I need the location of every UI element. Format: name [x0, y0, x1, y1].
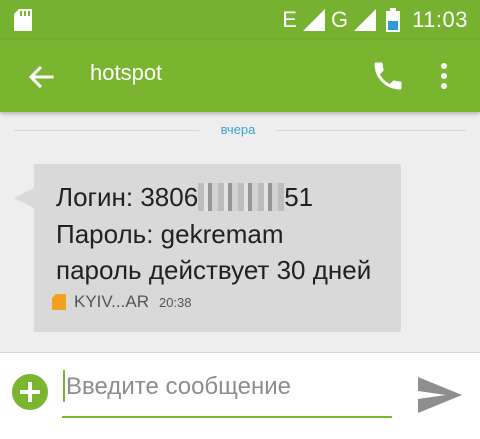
sim-card-icon — [52, 294, 66, 310]
divider-line-left — [14, 130, 199, 131]
message-line-login: Логин: 3806 51 — [56, 182, 313, 213]
network-type-e: E — [282, 7, 297, 32]
date-divider: вчера — [0, 120, 480, 140]
signal-icon — [302, 9, 325, 31]
status-icons: E G 11:03 — [282, 0, 468, 40]
phone-icon[interactable] — [370, 58, 406, 94]
message-sender: KYIV...AR — [74, 292, 149, 311]
bubble-tail — [14, 188, 34, 208]
text-cursor — [63, 370, 65, 402]
signal-icon — [354, 9, 377, 31]
compose-bar — [0, 352, 480, 439]
network-type-g: G — [330, 7, 349, 32]
message-line-validity: пароль действует 30 дней — [56, 255, 372, 285]
back-arrow-icon[interactable] — [26, 62, 56, 92]
conversation-title: hotspot — [90, 60, 163, 85]
message-input[interactable] — [62, 365, 396, 409]
more-vert-icon[interactable] — [432, 60, 456, 92]
status-clock: 11:03 — [412, 7, 468, 32]
divider-line-right — [276, 130, 466, 131]
battery-icon — [386, 8, 401, 32]
status-bar: E G 11:03 — [0, 0, 480, 40]
date-label: вчера — [220, 122, 256, 137]
login-suffix: 51 — [284, 182, 314, 212]
input-underline — [62, 416, 392, 418]
sd-card-icon — [14, 9, 32, 31]
add-attachment-icon[interactable] — [12, 374, 48, 410]
redacted-digits — [198, 183, 285, 211]
message-line-password: Пароль: gekremam — [56, 219, 284, 249]
app-bar: hotspot — [0, 40, 480, 112]
incoming-message-bubble[interactable]: Логин: 3806 51 Пароль: gekremam пароль де… — [34, 164, 401, 332]
login-prefix: Логин: 3806 — [56, 182, 199, 212]
message-meta: KYIV...AR 20:38 — [52, 292, 192, 312]
message-time: 20:38 — [158, 294, 192, 310]
send-icon[interactable] — [416, 375, 464, 415]
